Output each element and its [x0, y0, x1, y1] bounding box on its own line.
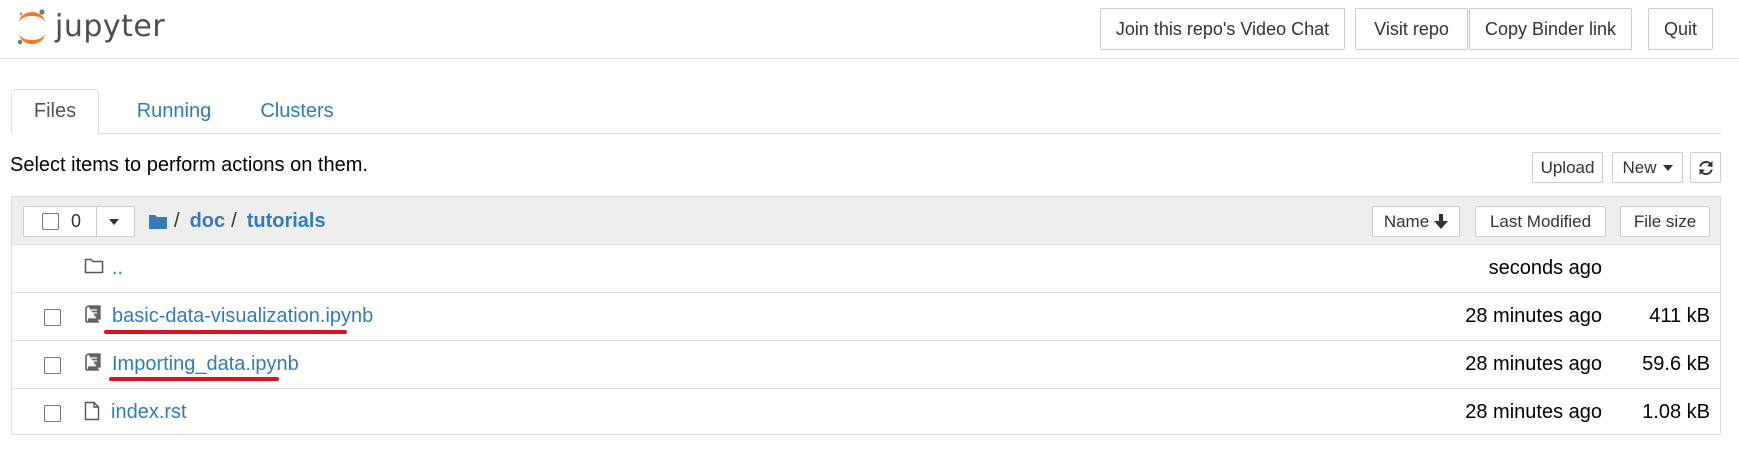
select-all-group: 0	[23, 206, 135, 237]
copy-binder-link-button[interactable]: Copy Binder link	[1469, 8, 1632, 50]
file-size: 1.08 kB	[1642, 401, 1710, 423]
list-item-importing-data[interactable]: Importing_data.ipynb 28 minutes ago 59.6…	[12, 341, 1720, 389]
arrow-down-icon	[1434, 214, 1449, 229]
annotation-underline	[104, 330, 347, 334]
file-name-link[interactable]: basic-data-visualization.ipynb	[112, 305, 373, 328]
row-checkbox[interactable]	[44, 357, 61, 374]
file-name-link[interactable]: Importing_data.ipynb	[112, 353, 299, 376]
tab-files[interactable]: Files	[11, 89, 99, 134]
file-modified: 28 minutes ago	[1465, 353, 1602, 375]
select-all-checkbox[interactable]	[42, 213, 59, 230]
new-button-label: New	[1622, 157, 1657, 177]
list-item-index-rst[interactable]: index.rst 28 minutes ago 1.08 kB	[12, 389, 1720, 437]
breadcrumb-separator: /	[174, 209, 180, 232]
breadcrumb-separator: /	[231, 209, 237, 232]
tab-clusters[interactable]: Clusters	[237, 89, 357, 133]
file-list-panel: 0 / doc / tutorials Name Last Modified F…	[11, 196, 1721, 435]
selected-count: 0	[71, 211, 82, 231]
file-modified: seconds ago	[1488, 257, 1602, 279]
file-name-link[interactable]: index.rst	[111, 401, 187, 424]
refresh-button[interactable]	[1690, 152, 1721, 183]
file-icon	[84, 401, 100, 421]
visit-repo-button[interactable]: Visit repo	[1355, 8, 1468, 50]
jupyter-logo[interactable]: jupyter	[15, 6, 175, 50]
select-divider	[96, 207, 97, 236]
folder-icon	[84, 258, 104, 274]
sort-name-label: Name	[1383, 211, 1430, 231]
logo-wordmark: jupyter	[55, 9, 166, 44]
jupyter-file-browser: jupyter Join this repo's Video Chat Visi…	[0, 0, 1739, 472]
notebook-icon	[85, 305, 101, 323]
notebook-icon	[85, 353, 101, 371]
list-item-parent-folder[interactable]: .. seconds ago	[12, 245, 1720, 293]
breadcrumb-tutorials[interactable]: tutorials	[247, 210, 326, 233]
file-modified: 28 minutes ago	[1465, 401, 1602, 423]
breadcrumb-doc[interactable]: doc	[190, 210, 226, 233]
file-size: 411 kB	[1649, 305, 1710, 327]
jupyter-logo-icon	[17, 9, 45, 45]
instructions-text: Select items to perform actions on them.	[10, 154, 368, 176]
header-bar: jupyter Join this repo's Video Chat Visi…	[0, 0, 1739, 59]
refresh-icon	[1698, 160, 1713, 175]
folder-home-icon[interactable]	[148, 213, 168, 230]
file-list-header: 0 / doc / tutorials Name Last Modified F…	[12, 197, 1720, 245]
annotation-underline	[109, 377, 279, 381]
row-checkbox[interactable]	[44, 405, 61, 422]
breadcrumb: / doc / tutorials	[148, 207, 326, 235]
video-chat-button[interactable]: Join this repo's Video Chat	[1100, 8, 1345, 50]
chevron-down-icon	[1662, 164, 1673, 171]
sort-by-name-button[interactable]: Name	[1372, 206, 1460, 237]
row-checkbox[interactable]	[44, 309, 61, 326]
file-size: 59.6 kB	[1642, 353, 1710, 375]
tab-bar: Files Running Clusters	[11, 89, 1721, 134]
upload-button[interactable]: Upload	[1532, 152, 1603, 183]
tab-running[interactable]: Running	[114, 89, 234, 133]
quit-button[interactable]: Quit	[1648, 8, 1713, 50]
sort-by-size-button[interactable]: File size	[1620, 206, 1710, 237]
new-dropdown-button[interactable]: New	[1612, 152, 1683, 183]
file-modified: 28 minutes ago	[1465, 305, 1602, 327]
list-item-basic-data-visualization[interactable]: basic-data-visualization.ipynb 28 minute…	[12, 293, 1720, 341]
select-menu-chevron-icon[interactable]	[109, 219, 119, 225]
sort-by-modified-button[interactable]: Last Modified	[1475, 206, 1606, 237]
file-name-link[interactable]: ..	[112, 257, 123, 280]
